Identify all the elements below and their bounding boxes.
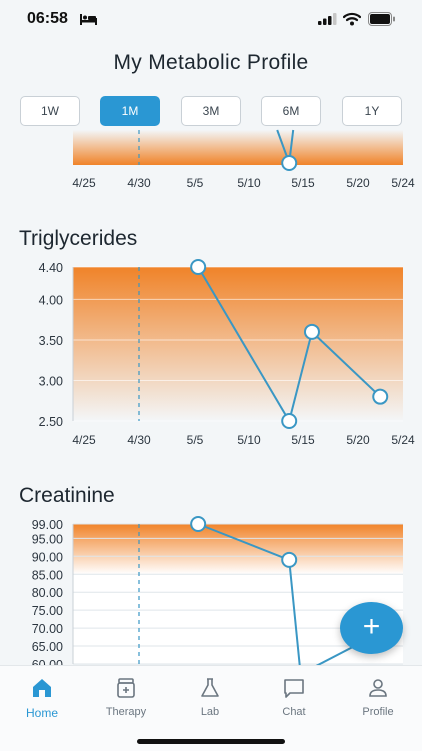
x-tick-label: 4/25 bbox=[72, 176, 96, 190]
chart-triglycerides: 4.40 4.00 3.50 3.00 2.50 4/25 4/30 5/5 5/10 5/15 5… bbox=[39, 259, 415, 447]
wifi-icon bbox=[343, 12, 361, 26]
y-tick-label: 80.00 bbox=[32, 586, 63, 600]
home-icon bbox=[33, 679, 51, 697]
tab-chat-label: Chat bbox=[282, 706, 306, 718]
data-point bbox=[281, 551, 298, 568]
chat-icon bbox=[284, 679, 304, 698]
y-tick-label: 65.00 bbox=[32, 640, 63, 654]
normal-range-band bbox=[73, 267, 403, 421]
tab-therapy[interactable]: Therapy bbox=[84, 676, 168, 726]
range-tabs: 1W 1M 3M 6M 1Y bbox=[20, 96, 402, 128]
x-tick-label: 5/24 bbox=[391, 176, 415, 190]
normal-range-band bbox=[73, 524, 403, 575]
add-entry-button[interactable]: + bbox=[340, 602, 403, 654]
bed-icon bbox=[80, 14, 97, 25]
x-tick-label: 5/5 bbox=[187, 176, 204, 190]
battery-icon bbox=[368, 12, 395, 26]
plus-icon: + bbox=[362, 609, 381, 643]
data-point bbox=[303, 323, 320, 340]
range-tab-6m[interactable]: 6M bbox=[261, 96, 321, 126]
profile-icon bbox=[369, 679, 387, 697]
tab-chat[interactable]: Chat bbox=[252, 676, 336, 726]
y-tick-label: 4.40 bbox=[39, 261, 63, 275]
x-tick-label: 4/30 bbox=[127, 176, 151, 190]
therapy-icon bbox=[117, 678, 135, 698]
y-tick-label: 4.00 bbox=[39, 293, 63, 307]
y-tick-label: 99.00 bbox=[32, 518, 63, 532]
y-tick-label: 90.00 bbox=[32, 550, 63, 564]
status-bar: 06:58 bbox=[0, 0, 422, 40]
tab-therapy-label: Therapy bbox=[105, 706, 147, 718]
x-tick-label: 4/30 bbox=[127, 433, 151, 447]
tab-lab-label: Lab bbox=[200, 706, 220, 718]
lab-flask-icon bbox=[201, 678, 219, 697]
data-point bbox=[281, 413, 298, 429]
x-tick-label: 5/15 bbox=[291, 433, 315, 447]
tab-lab[interactable]: Lab bbox=[168, 676, 252, 726]
x-tick-label: 5/24 bbox=[391, 433, 415, 447]
x-tick-label: 5/20 bbox=[346, 176, 370, 190]
y-tick-label: 75.00 bbox=[32, 604, 63, 618]
home-indicator bbox=[137, 739, 285, 744]
tab-home[interactable]: Home bbox=[0, 676, 84, 726]
x-tick-label: 5/5 bbox=[187, 433, 204, 447]
tab-profile-label: Profile bbox=[362, 706, 394, 718]
x-tick-label: 5/10 bbox=[237, 433, 261, 447]
y-tick-label: 70.00 bbox=[32, 622, 63, 636]
data-point bbox=[190, 516, 207, 532]
status-time: 06:58 bbox=[27, 10, 68, 27]
x-tick-label: 5/10 bbox=[237, 176, 261, 190]
section-title-creatinine: Creatinine bbox=[19, 484, 115, 507]
x-tick-label: 5/20 bbox=[346, 433, 370, 447]
signal-icon bbox=[318, 13, 337, 25]
x-tick-label: 4/25 bbox=[72, 433, 96, 447]
tab-profile[interactable]: Profile bbox=[336, 676, 420, 726]
range-tab-1w[interactable]: 1W bbox=[20, 96, 80, 126]
page-title: My Metabolic Profile bbox=[113, 51, 309, 74]
section-title-triglycerides: Triglycerides bbox=[19, 227, 138, 250]
range-tab-1y[interactable]: 1Y bbox=[342, 96, 402, 126]
y-tick-label: 2.50 bbox=[39, 415, 63, 429]
range-tab-3m[interactable]: 3M bbox=[181, 96, 241, 126]
x-tick-label: 5/15 bbox=[291, 176, 315, 190]
y-tick-label: 85.00 bbox=[32, 568, 63, 582]
y-tick-label: 3.50 bbox=[39, 334, 63, 348]
range-tab-1m[interactable]: 1M bbox=[100, 96, 160, 126]
tab-home-label: Home bbox=[25, 706, 58, 720]
chart-top-partial: 4/25 4/30 5/5 5/10 5/15 5/20 5/24 bbox=[72, 129, 415, 190]
data-point bbox=[281, 155, 298, 171]
data-point bbox=[372, 388, 389, 405]
y-tick-label: 95.00 bbox=[32, 532, 63, 546]
y-tick-label: 3.00 bbox=[39, 374, 63, 388]
normal-range-band bbox=[73, 130, 403, 165]
data-point bbox=[190, 259, 207, 275]
